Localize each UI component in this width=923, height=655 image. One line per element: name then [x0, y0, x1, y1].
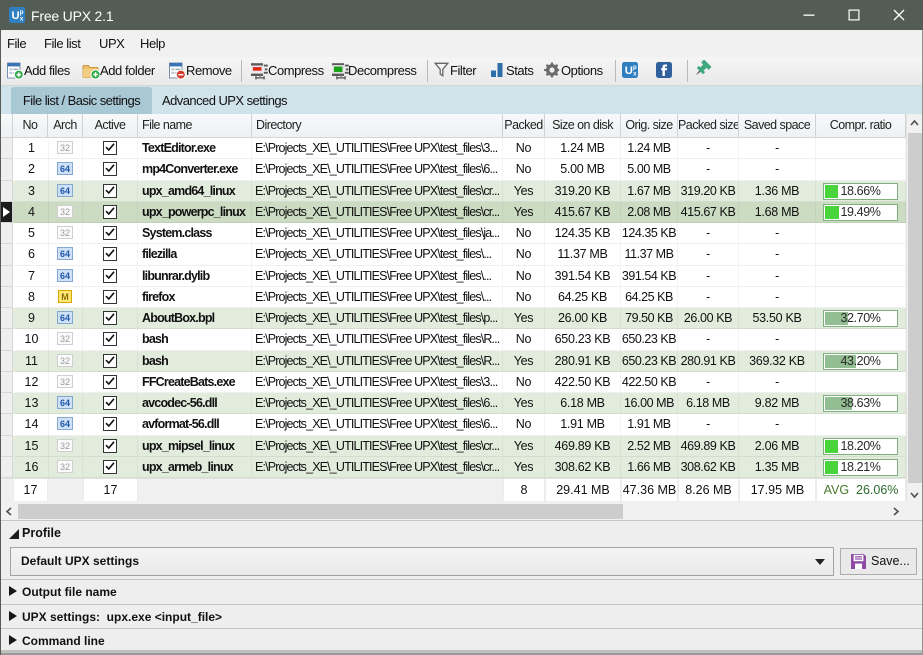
svg-text:U: U	[625, 65, 633, 77]
svg-text:U: U	[12, 10, 20, 22]
svg-text:x: x	[20, 16, 24, 23]
